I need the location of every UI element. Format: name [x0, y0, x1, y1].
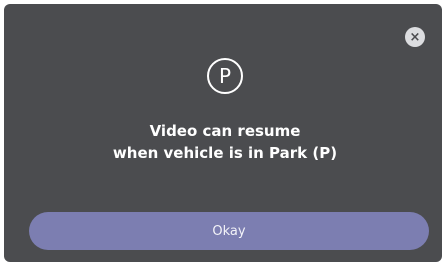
close-button[interactable]: × [405, 27, 425, 47]
park-icon-letter: P [218, 64, 232, 88]
park-required-dialog: × P Video can resume when vehicle is in … [4, 4, 442, 262]
okay-button[interactable]: Okay [29, 212, 429, 250]
okay-button-label: Okay [212, 223, 246, 239]
park-icon: P [207, 58, 243, 94]
dialog-message: Video can resume when vehicle is in Park… [4, 120, 442, 164]
dialog-message-line-2: when vehicle is in Park (P) [112, 144, 338, 162]
close-icon: × [409, 29, 421, 45]
dialog-message-line-1: Video can resume [149, 122, 301, 140]
